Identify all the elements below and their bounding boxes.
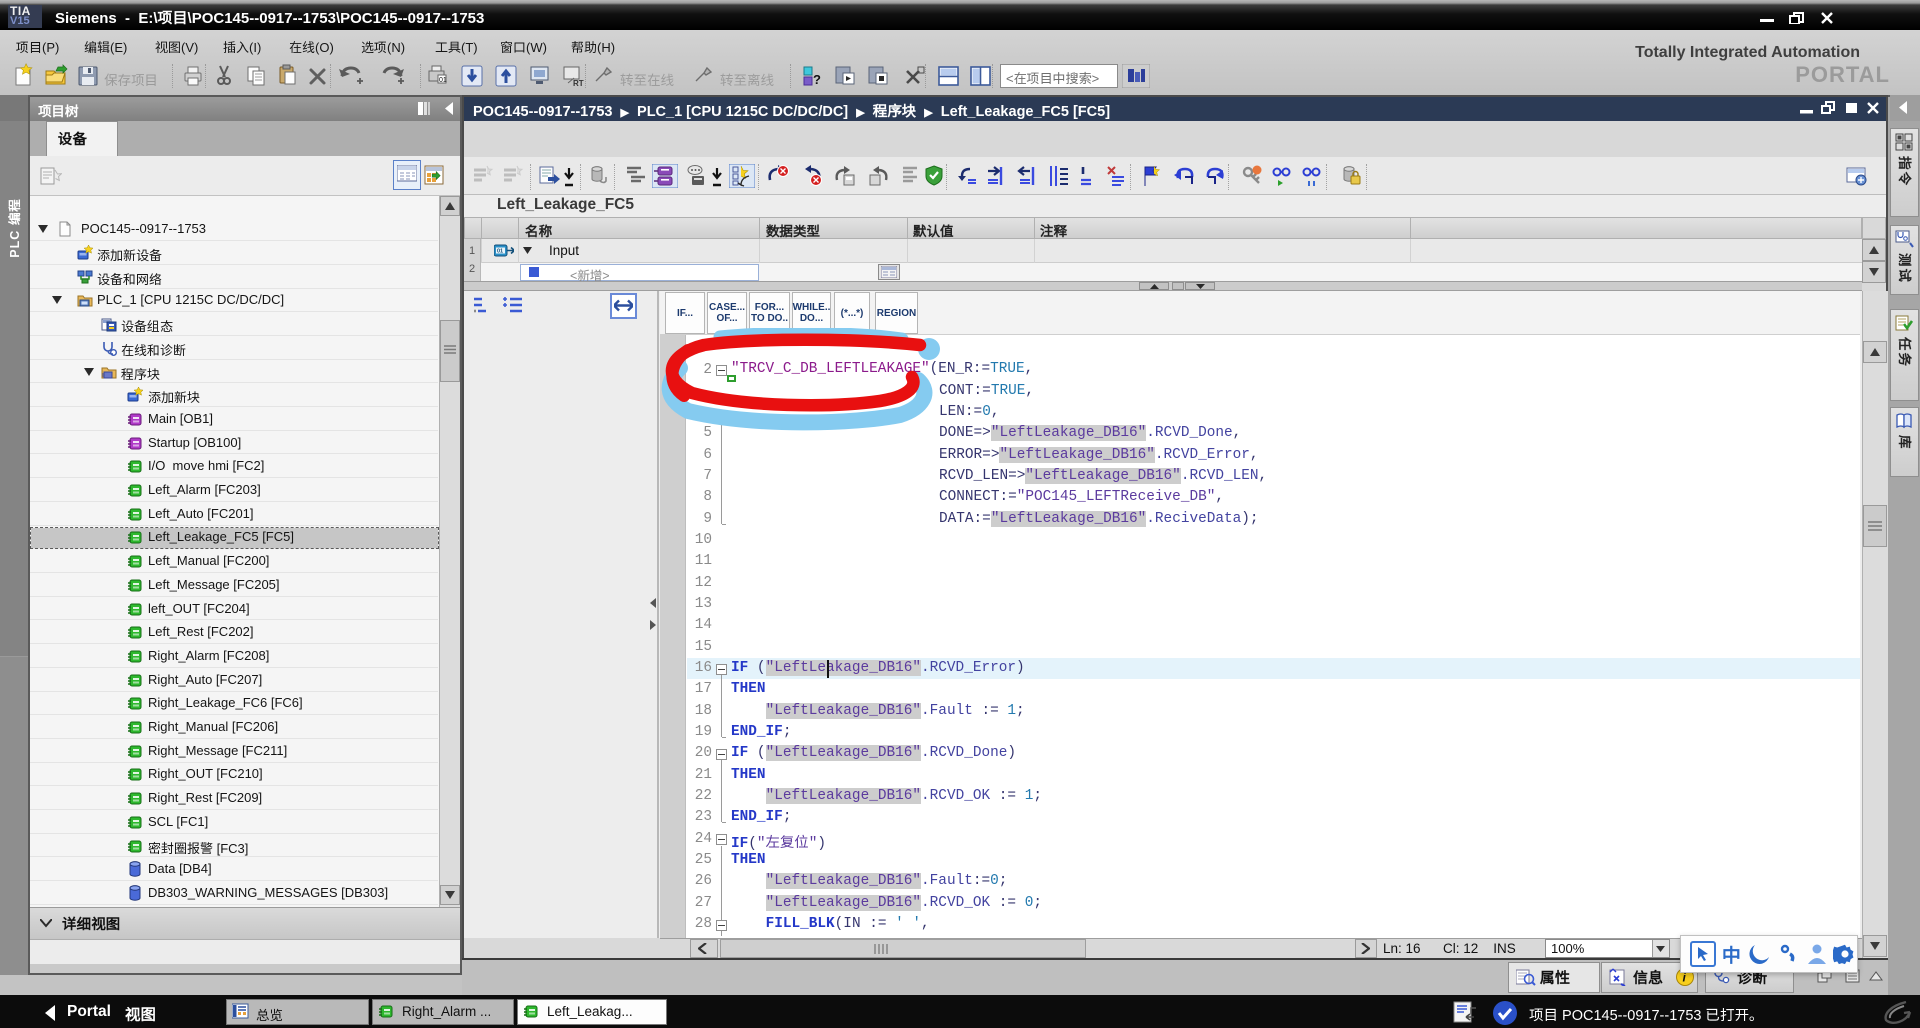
svg-text:RT: RT bbox=[573, 79, 584, 88]
svg-text:?: ? bbox=[813, 72, 821, 87]
svg-text:01: 01 bbox=[439, 77, 447, 84]
svg-text:01: 01 bbox=[497, 249, 503, 255]
